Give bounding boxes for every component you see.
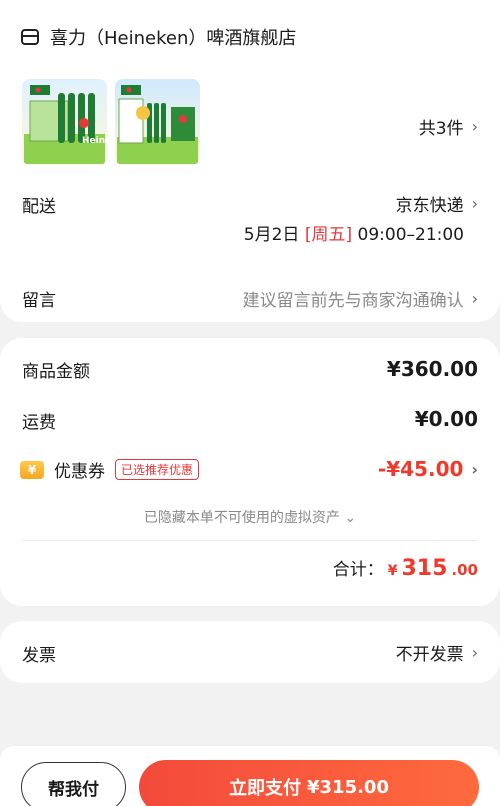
item-count[interactable]: 共3件 › (419, 114, 478, 139)
store-header[interactable]: 喜力（Heineken）啤酒旗舰店 (20, 24, 296, 50)
goods-amount-label: 商品金额 (22, 362, 90, 382)
pay-now-label: 立即支付 (229, 778, 301, 799)
help-pay-button[interactable]: 帮我付 (21, 762, 126, 806)
coupon-discount: -¥45.00 (377, 457, 464, 481)
coupon-tag: 已选推荐优惠 (115, 459, 200, 480)
invoice-option[interactable]: 不开发票 › (396, 640, 478, 665)
delivery-time: 5月2日 [周五] 09:00–21:00 (244, 220, 464, 245)
pay-now-button[interactable]: 立即支付 ¥315.00 (139, 760, 479, 806)
store-name: 喜力（Heineken）啤酒旗舰店 (50, 28, 297, 49)
hidden-assets-toggle[interactable]: 已隐藏本单不可使用的虚拟资产 ⌄ (0, 507, 500, 527)
delivery-timeslot: 09:00–21:00 (357, 225, 464, 245)
note-label: 留言 (22, 291, 56, 311)
delivery-carrier-name: 京东快递 (395, 196, 464, 216)
delivery-weekday: [周五] (304, 225, 353, 245)
total-amount-decimal: .00 (451, 561, 478, 579)
coupon-icon: ¥ (20, 460, 44, 479)
total-currency: ¥ (387, 563, 398, 579)
shipping-fee-value: ¥0.00 (414, 407, 478, 431)
delivery-date: 5月2日 (243, 225, 300, 245)
coupon-value[interactable]: -¥45.00 › (378, 457, 478, 481)
goods-amount-value: ¥360.00 (386, 357, 478, 381)
store-card: 喜力（Heineken）啤酒旗舰店 Heine (0, 0, 500, 322)
coupon-label: 优惠券 (54, 462, 105, 482)
product-thumbnail[interactable] (115, 79, 200, 165)
coupon-row[interactable]: ¥ 优惠券 已选推荐优惠 (20, 457, 200, 482)
checkout-page: 喜力（Heineken）啤酒旗舰店 Heine (0, 0, 500, 806)
order-total: 合计： ¥ 315 .00 (333, 555, 478, 581)
chevron-right-icon: › (471, 289, 478, 308)
pay-now-amount: ¥315.00 (307, 776, 389, 798)
invoice-value: 不开发票 (395, 645, 464, 665)
total-label: 合计： (332, 560, 384, 580)
chevron-right-icon: › (471, 194, 478, 213)
shipping-fee-label: 运费 (22, 413, 56, 433)
total-amount-integer: 315 (401, 556, 448, 581)
chevron-right-icon: › (471, 459, 478, 479)
chevron-right-icon: › (471, 117, 478, 136)
svg-text:Heine: Heine (82, 136, 107, 146)
delivery-carrier[interactable]: 京东快递 › (396, 191, 478, 216)
store-icon (20, 27, 40, 47)
item-count-label: 共3件 (418, 119, 464, 139)
invoice-label: 发票 (22, 646, 56, 666)
divider (22, 540, 478, 541)
delivery-label: 配送 (22, 197, 56, 217)
chevron-right-icon: › (471, 643, 478, 662)
note-input[interactable]: 建议留言前先与商家沟通确认 › (243, 286, 478, 311)
note-placeholder: 建议留言前先与商家沟通确认 (242, 291, 464, 311)
product-thumbnail[interactable]: Heine (22, 79, 107, 165)
